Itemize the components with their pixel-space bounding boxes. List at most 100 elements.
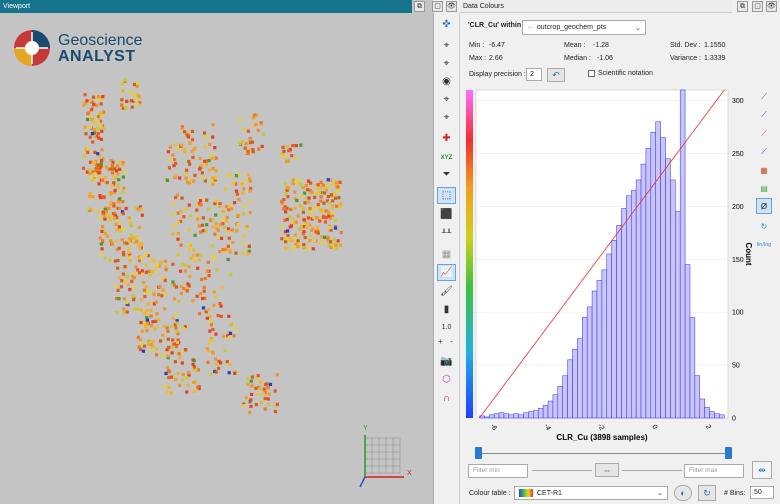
select-tool-icon[interactable]: ✜ — [437, 16, 456, 33]
paint-icon[interactable]: 🖌 — [437, 283, 456, 300]
filter-min-input[interactable]: Filter min — [468, 464, 528, 478]
colour-map-icon[interactable]: ▦ — [756, 162, 772, 178]
geochem-point — [136, 307, 140, 311]
camera-icon[interactable]: 📷 — [437, 353, 456, 370]
viewport-panel[interactable]: Viewport ⧉ Geoscience ANALYST Y X — [0, 0, 433, 504]
scientific-row[interactable]: Scientific notation — [588, 70, 653, 77]
crosshair-icon[interactable]: ⌖ — [437, 37, 456, 54]
range-slider-track[interactable] — [478, 453, 730, 454]
histogram-bar — [694, 375, 701, 419]
shape-icon[interactable]: ⬡ — [437, 371, 456, 388]
geochem-point — [317, 190, 322, 194]
geochem-point — [143, 324, 148, 329]
geochem-point — [188, 214, 193, 218]
viewport-canvas[interactable] — [0, 13, 433, 504]
geochem-point — [294, 144, 298, 148]
geochem-point — [234, 326, 238, 331]
geochem-point — [221, 217, 225, 221]
target-icon[interactable]: ◉ — [437, 73, 456, 90]
eye-icon[interactable]: 👁 — [446, 1, 457, 12]
geochem-point — [246, 149, 250, 154]
geochem-point — [139, 320, 143, 325]
apply-filter-icon[interactable]: ⇹ — [752, 461, 772, 479]
geochem-point — [151, 320, 155, 324]
geochem-point — [174, 195, 178, 200]
geochem-point — [120, 238, 124, 242]
geochem-point — [306, 188, 310, 192]
histogram-chart[interactable]: -6 -4 -2 0 2 0 50 100 150 200 250 300 CLR_Cu (3898… — [464, 86, 754, 446]
range-max-handle[interactable] — [725, 447, 732, 459]
geochem-point — [197, 224, 201, 228]
geochem-point — [140, 213, 144, 217]
pick-point-icon[interactable]: ⌖ — [437, 91, 456, 108]
object-select[interactable]: ⁘ outcrop_geochem_pts ⌄ — [522, 20, 646, 35]
refresh-icon[interactable]: ↻ — [756, 218, 772, 234]
zoom-in-button[interactable]: + — [436, 333, 445, 350]
filter-sync-icon[interactable]: ⇔ — [595, 463, 619, 477]
bins-value: 50 — [754, 489, 762, 496]
geochem-point — [167, 345, 171, 350]
geochem-point — [332, 192, 337, 196]
close-panel-button[interactable]: ▢ — [432, 1, 443, 12]
pick-line-icon[interactable]: ⌖ — [437, 109, 456, 126]
scientific-checkbox[interactable] — [588, 70, 595, 77]
max-value: 2.66 — [489, 55, 503, 62]
close-panel-button[interactable]: ▢ — [752, 1, 763, 12]
colour-bar-icon[interactable]: ▮ — [437, 301, 456, 318]
geochem-point — [99, 137, 103, 141]
xyz-icon[interactable]: XYZ — [437, 149, 456, 166]
cursor-cross-icon[interactable]: ✚ — [437, 130, 456, 147]
geochem-point — [146, 302, 150, 306]
geochem-point — [124, 279, 128, 284]
geochem-point — [198, 156, 202, 161]
float-panel-button[interactable]: ⧉ — [414, 1, 425, 12]
geochem-point — [128, 287, 132, 292]
geochem-point — [227, 314, 231, 318]
eye-icon[interactable]: 👁 — [766, 1, 777, 12]
geochem-point — [199, 253, 203, 257]
colour-table-select[interactable]: CET-R1 ⌄ — [514, 486, 668, 500]
geochem-point — [304, 225, 308, 229]
range-min-handle[interactable] — [475, 447, 482, 459]
geochem-point — [188, 178, 192, 182]
geochem-point — [199, 203, 203, 207]
precision-spinner[interactable]: 2 — [526, 68, 542, 81]
ruler-icon[interactable]: ╨╨ — [437, 225, 456, 242]
geochem-point — [203, 159, 207, 163]
reset-icon[interactable]: ↶ — [547, 68, 565, 82]
geochem-point — [122, 186, 126, 190]
geochem-point — [259, 380, 263, 384]
bins-spinner[interactable]: 50 — [750, 486, 774, 499]
reload-colours-icon[interactable]: ↻ — [698, 485, 716, 501]
geochem-point — [121, 272, 125, 276]
magnet-icon[interactable]: ∩ — [437, 390, 456, 407]
filter-max-input[interactable]: Filter max — [684, 464, 744, 478]
measure-icon[interactable]: ⌖ — [437, 55, 456, 72]
lin-log-toggle[interactable]: lin/log — [756, 237, 772, 253]
log-stretch-icon[interactable]: ⟋ — [756, 126, 772, 142]
geochem-point — [152, 292, 156, 297]
histogram-bar — [528, 411, 534, 419]
geochem-point — [219, 361, 223, 365]
equalize-icon[interactable]: ⟋ — [756, 144, 772, 160]
flip-colours-icon[interactable]: ◐ — [674, 485, 692, 501]
gradient-icon[interactable]: ▤ — [756, 180, 772, 196]
geochem-point — [214, 199, 218, 203]
geochem-point — [108, 218, 112, 222]
variance-value: 1.3339 — [704, 55, 726, 62]
geochem-point — [185, 289, 189, 293]
geochem-point — [308, 238, 312, 243]
zoom-out-button[interactable]: - — [447, 333, 456, 350]
cube-icon[interactable]: ⬛ — [437, 206, 456, 223]
geochem-point — [250, 384, 254, 388]
curve-stretch-icon[interactable]: ⟋ — [756, 107, 772, 123]
linear-stretch-icon[interactable]: ⟋ — [756, 89, 772, 105]
box-tool-icon[interactable]: ⬚ — [437, 187, 456, 204]
chart-icon[interactable]: 📈 — [437, 264, 456, 281]
clip-icon[interactable]: ⏷ — [437, 166, 456, 183]
geochem-point — [182, 130, 187, 134]
no-data-icon[interactable]: Ø — [756, 198, 772, 214]
float-panel-button[interactable]: ⧉ — [737, 1, 748, 12]
grid-icon[interactable]: ▦ — [437, 246, 456, 263]
histogram-bar — [493, 413, 500, 419]
